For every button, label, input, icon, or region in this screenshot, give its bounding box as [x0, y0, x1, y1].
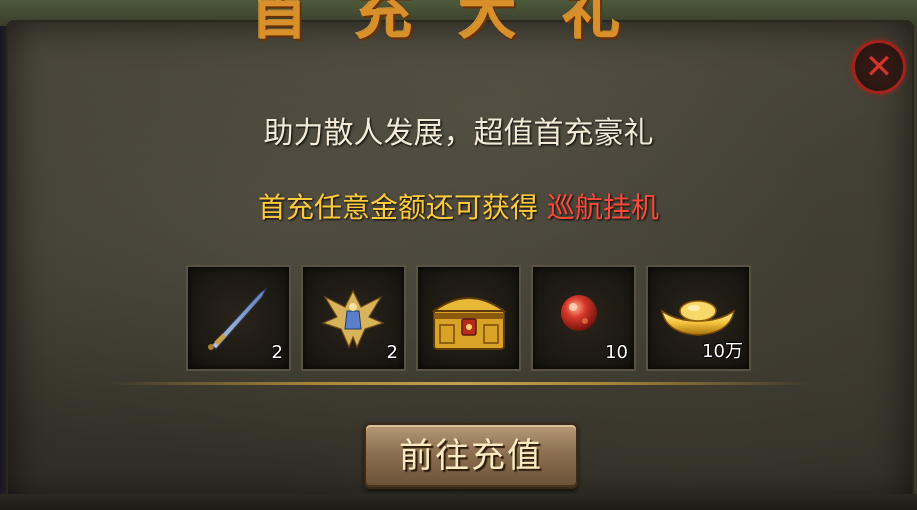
reward-quantity: 10万 [702, 341, 743, 362]
promo-highlight: 巡航挂机 [546, 191, 659, 224]
reward-quantity: 10 [605, 342, 628, 363]
reward-slot[interactable] [416, 265, 521, 371]
reward-quantity: 2 [271, 342, 283, 363]
go-recharge-button[interactable]: 前往充值 [364, 423, 578, 489]
reward-slot[interactable]: 2 [186, 265, 291, 371]
close-icon: ✕ [864, 47, 894, 87]
reward-list: 2 2 10 10万 [186, 265, 752, 373]
promo-prefix: 首充任意金额还可获得 [258, 191, 539, 224]
reward-quantity: 2 [386, 342, 398, 363]
promo-text: 首充任意金额还可获得 巡航挂机 [0, 186, 917, 226]
reward-slot[interactable]: 10万 [646, 265, 751, 371]
treasure-chest-icon [430, 297, 508, 350]
subtitle-text: 助力散人发展，超值首充豪礼 [263, 116, 654, 151]
close-button[interactable]: ✕ [852, 40, 906, 94]
background-bottom-edge [0, 494, 917, 510]
reward-slot[interactable]: 2 [301, 265, 406, 371]
divider-line [110, 382, 810, 385]
reward-slot[interactable]: 10 [531, 265, 636, 371]
panel-title: 首充大礼 [250, 0, 667, 47]
